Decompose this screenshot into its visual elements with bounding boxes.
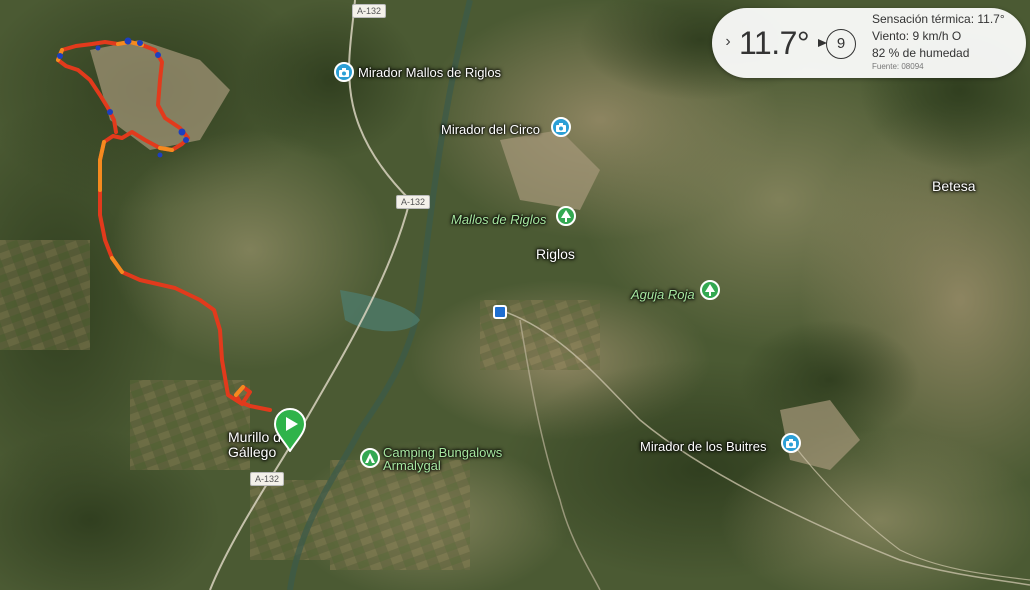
bus-icon[interactable] (493, 305, 507, 319)
feels-like-text: Sensación térmica: 11.7° (872, 12, 1005, 26)
poi-label: Camping Bungalows Armalygal (383, 445, 503, 473)
start-marker[interactable] (273, 408, 307, 453)
tree-icon (556, 206, 576, 226)
wind-text: Viento: 9 km/h O (872, 29, 962, 43)
poi-label: Aguja Roja (631, 287, 695, 302)
road-shield-a132-middle: A-132 (396, 195, 431, 209)
poi-label: Mirador Mallos de Riglos (358, 65, 502, 80)
tree-icon (700, 280, 720, 300)
weather-widget[interactable]: › 11.7° 9 Sensación térmica: 11.7° Vient… (712, 8, 1026, 78)
temperature-value: 11.7° (739, 25, 810, 61)
place-label-betesa: Betesa (932, 178, 976, 194)
source-text: Fuente: 08094 (872, 62, 924, 71)
camera-icon (781, 433, 801, 453)
wind-speed-value: 9 (826, 29, 856, 59)
chevron-right-icon[interactable]: › (718, 32, 738, 52)
road-shield-a132-top: A-132 (352, 4, 387, 18)
humidity-text: 82 % de humedad (872, 46, 970, 60)
camera-icon (551, 117, 571, 137)
poi-label: Mirador de los Buitres (640, 439, 767, 454)
place-label-riglos: Riglos (536, 246, 575, 262)
poi-label: Mirador del Circo (441, 122, 540, 137)
road-shield-a132-bottom: A-132 (250, 472, 285, 486)
camera-icon (334, 62, 354, 82)
camping-icon (360, 448, 380, 468)
satellite-map[interactable] (0, 0, 1030, 590)
poi-label: Mallos de Riglos (451, 212, 547, 227)
